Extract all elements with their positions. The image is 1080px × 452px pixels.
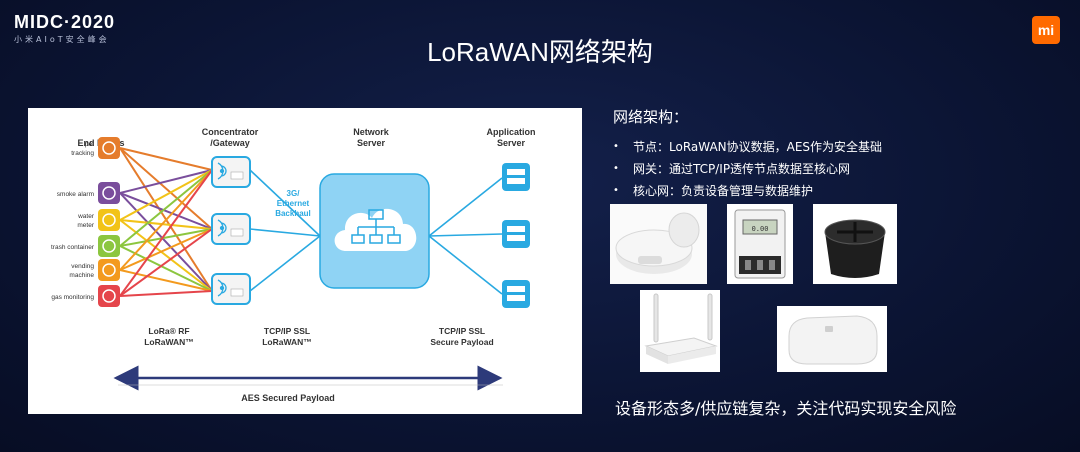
device-photo-gateway: [640, 290, 720, 372]
node-label: smoke alarm: [57, 191, 94, 198]
bullet-marker: •: [613, 184, 619, 196]
meter-display: 0.00: [752, 225, 769, 233]
bullet-text: 网关：通过TCP/IP透传节点数据至核心网: [633, 161, 851, 176]
app-server-3: [502, 280, 530, 308]
backhaul-label-line3: Backhaul: [275, 209, 311, 218]
hub-device-image: [777, 306, 887, 372]
node-link-line: [119, 290, 213, 297]
node-label: pet: [85, 141, 94, 148]
node-label: tracking: [71, 150, 94, 157]
backhaul-label-line1: 3G/: [287, 189, 301, 198]
sensor-device-image: [610, 204, 707, 284]
slide-title: LoRaWAN网络架构: [427, 37, 653, 67]
network-server-cloud: [319, 173, 430, 289]
section-heading: 网络架构：: [613, 108, 689, 126]
vending-machine-icon: [98, 259, 120, 281]
heading-gateway-line1: Concentrator: [202, 127, 259, 137]
node-label: water: [77, 213, 95, 220]
bullet-item: • 网关：通过TCP/IP透传节点数据至核心网: [613, 157, 882, 179]
heading-network-line1: Network: [353, 127, 390, 137]
bullet-item: • 节点：LoRaWAN协议数据，AES作为安全基础: [613, 135, 882, 157]
node-link-line: [119, 169, 213, 221]
bullet-text: 核心网：负责设备管理与数据维护: [633, 183, 814, 198]
heading-app-line1: Application: [487, 127, 536, 137]
bullet-marker: •: [613, 162, 619, 174]
bullet-marker: •: [613, 140, 619, 152]
water-meter-icon: [98, 209, 120, 231]
aes-label: AES Secured Payload: [241, 393, 335, 403]
conference-logo-title: MIDC·2020: [14, 12, 116, 32]
app-server-1: [502, 163, 530, 191]
diagram-canvas: End Nodes Concentrator /Gateway Network …: [51, 127, 536, 403]
protocol-secure-line2: Secure Payload: [430, 337, 493, 347]
protocol-secure-line1: TCP/IP SSL: [439, 326, 485, 336]
node-label: machine: [69, 272, 94, 279]
end-nodes: pet tracking smoke alarm water meter trash co…: [51, 137, 120, 307]
smart-meter-image: 0.00: [727, 204, 793, 284]
node-label: trash container: [51, 244, 95, 251]
paw-icon: [98, 137, 120, 159]
protocol-tcp-line1: TCP/IP SSL: [264, 326, 310, 336]
protocol-rf-line1: LoRa® RF: [148, 326, 189, 336]
gas-icon: [98, 285, 120, 307]
gateway-device-image: [640, 290, 720, 372]
heading-network-line2: Server: [357, 138, 386, 148]
bullet-list: • 节点：LoRaWAN协议数据，AES作为安全基础 • 网关：通过TCP/IP透传…: [613, 135, 882, 201]
node-label: vending: [71, 263, 94, 270]
device-photo-meter: 0.00: [727, 204, 793, 284]
gateway-3: [211, 273, 251, 305]
bullet-text: 节点：LoRaWAN协议数据，AES作为安全基础: [633, 139, 883, 154]
node-label: meter: [77, 222, 94, 229]
heading-app-line2: Server: [497, 138, 526, 148]
protocol-tcp-line2: LoRaWAN™: [262, 337, 312, 347]
heading-gateway-line2: /Gateway: [210, 138, 250, 148]
trash-icon: [98, 235, 120, 257]
lorawan-architecture-diagram: End Nodes Concentrator /Gateway Network …: [28, 108, 582, 414]
node-label: gas monitoring: [51, 294, 94, 301]
node-gateway-links: [119, 147, 213, 297]
device-photo-sensor: [610, 204, 707, 284]
node-link-line: [119, 228, 213, 297]
black-device-image: [813, 204, 897, 284]
gateway-1: [211, 156, 251, 188]
backhaul-label-line2: Ethernet: [277, 199, 310, 208]
bullet-item: • 核心网：负责设备管理与数据维护: [613, 179, 882, 201]
app-server-2: [502, 220, 530, 248]
device-photo-black-unit: [813, 204, 897, 284]
protocol-rf-line2: LoRaWAN™: [144, 337, 194, 347]
bottom-summary-text: 设备形态多/供应链复杂，关注代码实现安全风险: [615, 399, 957, 418]
smoke-alarm-icon: [98, 182, 120, 204]
device-photo-hub: [777, 306, 887, 372]
gateway-2: [211, 213, 251, 245]
